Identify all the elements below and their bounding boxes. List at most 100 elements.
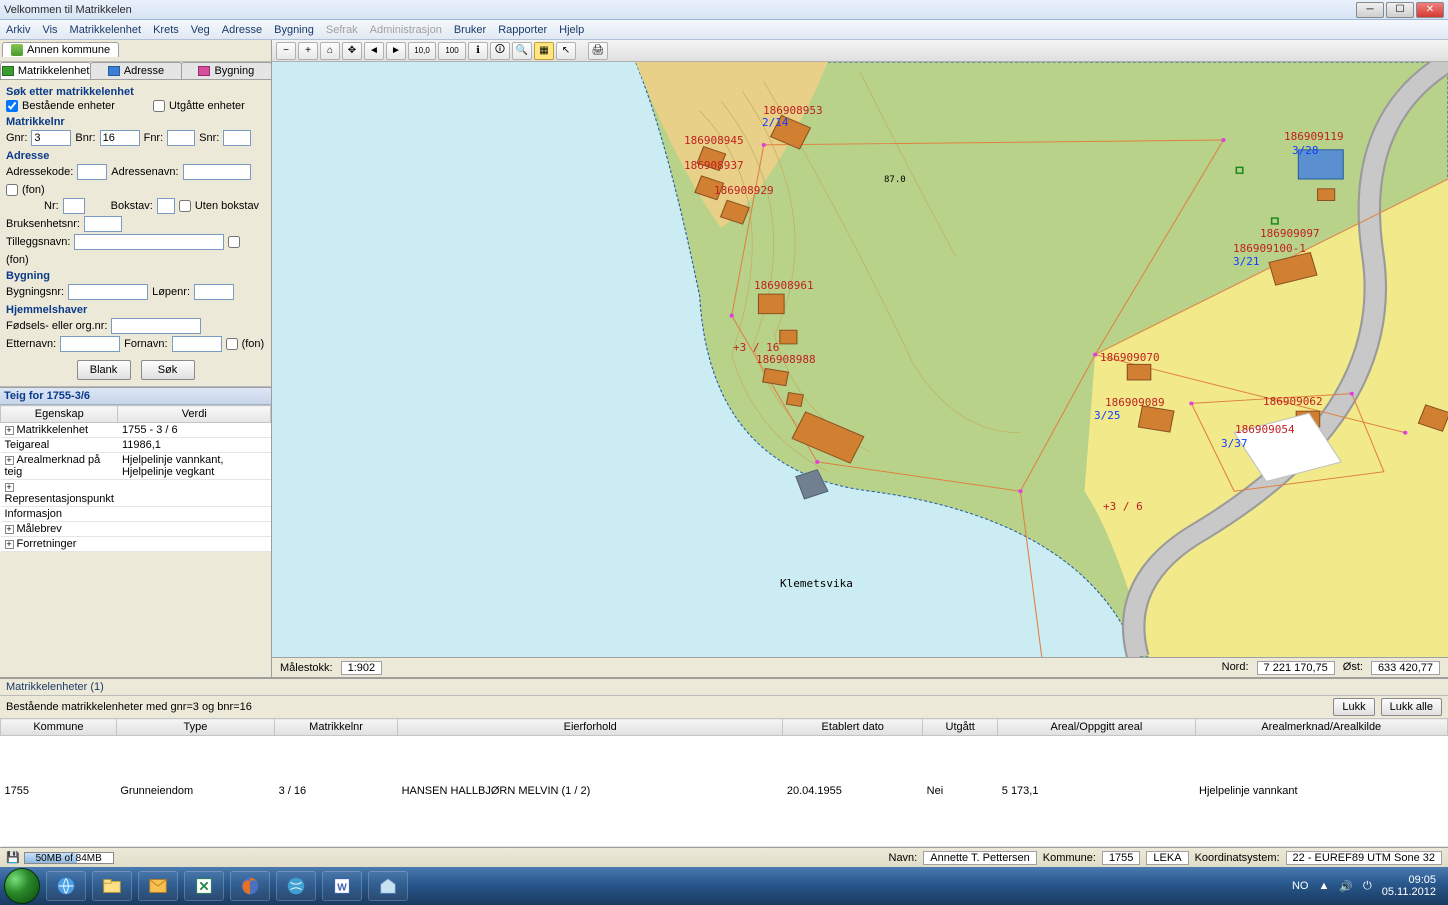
uten-bokstav-checkbox[interactable] [179,200,191,212]
menu-sefrak: Sefrak [326,24,358,36]
property-row[interactable]: Teigareal11986,1 [1,438,271,453]
results-header[interactable]: Kommune [1,719,117,736]
bestaaende-checkbox[interactable] [6,100,18,112]
adressenavn-input[interactable] [183,164,251,180]
start-button[interactable] [4,868,40,904]
sok-button[interactable]: Søk [141,360,195,380]
results-tab[interactable]: Matrikkelenheter (1) [0,679,1448,696]
results-header[interactable]: Eierforhold [398,719,783,736]
tray-flag-icon[interactable]: ▲ [1318,880,1329,892]
property-row[interactable]: +Matrikkelenhet1755 - 3 / 6 [1,423,271,438]
col-verdi[interactable]: Verdi [118,406,271,423]
fnr-input[interactable] [167,130,195,146]
results-row[interactable]: 1755Grunneiendom3 / 16HANSEN HALLBJØRN M… [1,736,1448,847]
taskbar-word-icon[interactable]: W [322,871,362,901]
menu-veg[interactable]: Veg [191,24,210,36]
taskbar-explorer-icon[interactable] [92,871,132,901]
taskbar-ie-icon[interactable] [46,871,86,901]
menu-rapporter[interactable]: Rapporter [498,24,547,36]
property-row[interactable]: Informasjon [1,507,271,522]
scale-a-icon[interactable]: 10,0 [408,42,436,60]
gnr-input[interactable] [31,130,71,146]
window-titlebar: Velkommen til Matrikkelen ─ ☐ ✕ [0,0,1448,20]
pointer-icon[interactable]: ↖ [556,42,576,60]
tab-bygning[interactable]: Bygning [181,62,272,79]
snr-input[interactable] [223,130,251,146]
prev-view-icon[interactable]: ◄ [364,42,384,60]
zoom-extent-icon[interactable]: ⌂ [320,42,340,60]
bygningsnr-input[interactable] [68,284,148,300]
taskbar-outlook-icon[interactable] [138,871,178,901]
tree-toggle-icon[interactable]: + [5,483,14,492]
lukk-button[interactable]: Lukk [1333,698,1374,716]
tree-toggle-icon[interactable]: + [5,426,14,435]
taskbar-globe-icon[interactable] [276,871,316,901]
left-panel: Annen kommune Matrikkelenhet Adresse Byg… [0,40,272,677]
lukk-alle-button[interactable]: Lukk alle [1381,698,1442,716]
scale-b-icon[interactable]: 100 [438,42,466,60]
adressenavn-fon-label: (fon) [22,184,45,196]
property-row[interactable]: +Representasjonspunkt [1,480,271,507]
taskbar-excel-icon[interactable] [184,871,224,901]
taskbar-matrikkel-icon[interactable] [368,871,408,901]
menu-adresse[interactable]: Adresse [222,24,262,36]
menu-matrikkelenhet[interactable]: Matrikkelenhet [70,24,142,36]
select-icon[interactable]: ▦ [534,42,554,60]
bnr-input[interactable] [100,130,140,146]
lopenr-input[interactable] [194,284,234,300]
col-egenskap[interactable]: Egenskap [1,406,118,423]
results-header[interactable]: Arealmerknad/Arealkilde [1195,719,1447,736]
results-header[interactable]: Matrikkelnr [275,719,398,736]
adressenavn-fon-checkbox[interactable] [6,184,18,196]
menu-bruker[interactable]: Bruker [454,24,486,36]
tray-clock[interactable]: 09:05 05.11.2012 [1382,874,1436,898]
navn-fon-checkbox[interactable] [226,338,238,350]
property-row[interactable]: +Målebrev [1,522,271,537]
bruksenhetsnr-input[interactable] [84,216,122,232]
results-header[interactable]: Etablert dato [783,719,923,736]
menu-vis[interactable]: Vis [42,24,57,36]
info-icon[interactable]: 🛈 [490,42,510,60]
results-header[interactable]: Areal/Oppgitt areal [998,719,1195,736]
results-header[interactable]: Utgått [923,719,998,736]
taskbar-firefox-icon[interactable] [230,871,270,901]
adressekode-input[interactable] [77,164,107,180]
tree-toggle-icon[interactable]: + [5,540,14,549]
nr-input[interactable] [63,198,85,214]
maximize-button[interactable]: ☐ [1386,2,1414,18]
menu-bygning[interactable]: Bygning [274,24,314,36]
property-row[interactable]: +Forretninger [1,537,271,552]
results-header[interactable]: Type [116,719,274,736]
etternavn-input[interactable] [60,336,120,352]
utgaatte-checkbox[interactable] [153,100,165,112]
tab-adresse[interactable]: Adresse [90,62,181,79]
tree-toggle-icon[interactable]: + [5,456,14,465]
tilleggsnavn-input[interactable] [74,234,224,250]
close-button[interactable]: ✕ [1416,2,1444,18]
utgaatte-label: Utgåtte enheter [169,100,245,112]
tray-volume-icon[interactable]: 🔊 [1339,880,1353,893]
menu-arkiv[interactable]: Arkiv [6,24,30,36]
tray-power-icon[interactable]: ⏻ [1363,880,1372,893]
kommune-tab[interactable]: Annen kommune [2,42,119,57]
minimize-button[interactable]: ─ [1356,2,1384,18]
pan-icon[interactable]: ✥ [342,42,362,60]
menu-hjelp[interactable]: Hjelp [559,24,584,36]
tilleggsnavn-fon-checkbox[interactable] [228,236,240,248]
zoom-out-icon[interactable]: − [276,42,296,60]
blank-button[interactable]: Blank [77,360,131,380]
print-icon[interactable]: 🖨 [588,42,608,60]
map-canvas[interactable]: 1869089532/14186908945186908937186908929… [272,62,1448,657]
fodsel-input[interactable] [111,318,201,334]
info-small-icon[interactable]: ℹ [468,42,488,60]
menu-krets[interactable]: Krets [153,24,179,36]
tray-lang[interactable]: NO [1292,880,1309,892]
bokstav-input[interactable] [157,198,175,214]
fornavn-input[interactable] [172,336,222,352]
tab-matrikkelenhet[interactable]: Matrikkelenhet [0,62,91,79]
next-view-icon[interactable]: ► [386,42,406,60]
zoom-selection-icon[interactable]: 🔍 [512,42,532,60]
tree-toggle-icon[interactable]: + [5,525,14,534]
property-row[interactable]: +Arealmerknad på teigHjelpelinje vannkan… [1,453,271,480]
zoom-in-icon[interactable]: + [298,42,318,60]
